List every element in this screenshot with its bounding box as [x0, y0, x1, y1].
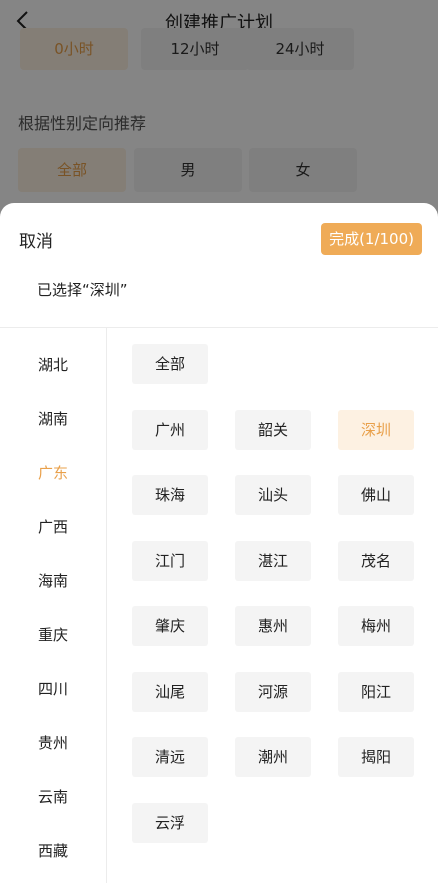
- city-button[interactable]: 河源: [235, 672, 311, 712]
- city-button[interactable]: 江门: [132, 541, 208, 581]
- city-button[interactable]: 广州: [132, 410, 208, 450]
- city-button[interactable]: 汕头: [235, 475, 311, 515]
- city-button[interactable]: 惠州: [235, 606, 311, 646]
- city-button[interactable]: 云浮: [132, 803, 208, 843]
- done-button[interactable]: 完成(1/100): [321, 223, 422, 255]
- province-item[interactable]: 云南: [0, 782, 106, 812]
- city-button-selected[interactable]: 深圳: [338, 410, 414, 450]
- city-button[interactable]: 肇庆: [132, 606, 208, 646]
- city-button[interactable]: 韶关: [235, 410, 311, 450]
- city-button[interactable]: 阳江: [338, 672, 414, 712]
- city-button[interactable]: 汕尾: [132, 672, 208, 712]
- province-item[interactable]: 重庆: [0, 620, 106, 650]
- cancel-button[interactable]: 取消: [19, 227, 53, 252]
- selected-summary: 已选择“深圳”: [37, 281, 128, 299]
- city-button[interactable]: 揭阳: [338, 737, 414, 777]
- province-item[interactable]: 海南: [0, 566, 106, 596]
- city-button[interactable]: 茂名: [338, 541, 414, 581]
- city-button[interactable]: 梅州: [338, 606, 414, 646]
- province-item[interactable]: 西藏: [0, 836, 106, 866]
- province-item[interactable]: 贵州: [0, 728, 106, 758]
- province-item[interactable]: 湖南: [0, 404, 106, 434]
- region-picker-sheet: 取消 完成(1/100) 已选择“深圳” 湖北 湖南 广东 广西 海南 重庆 四…: [0, 203, 438, 883]
- province-item[interactable]: 广西: [0, 512, 106, 542]
- province-list: 湖北 湖南 广东 广西 海南 重庆 四川 贵州 云南 西藏: [0, 328, 107, 883]
- city-button[interactable]: 佛山: [338, 475, 414, 515]
- city-button[interactable]: 潮州: [235, 737, 311, 777]
- city-button[interactable]: 珠海: [132, 475, 208, 515]
- province-item-active[interactable]: 广东: [0, 458, 106, 488]
- city-button[interactable]: 湛江: [235, 541, 311, 581]
- city-all-button[interactable]: 全部: [132, 344, 208, 384]
- province-item[interactable]: 四川: [0, 674, 106, 704]
- province-item[interactable]: 湖北: [0, 350, 106, 380]
- city-button[interactable]: 清远: [132, 737, 208, 777]
